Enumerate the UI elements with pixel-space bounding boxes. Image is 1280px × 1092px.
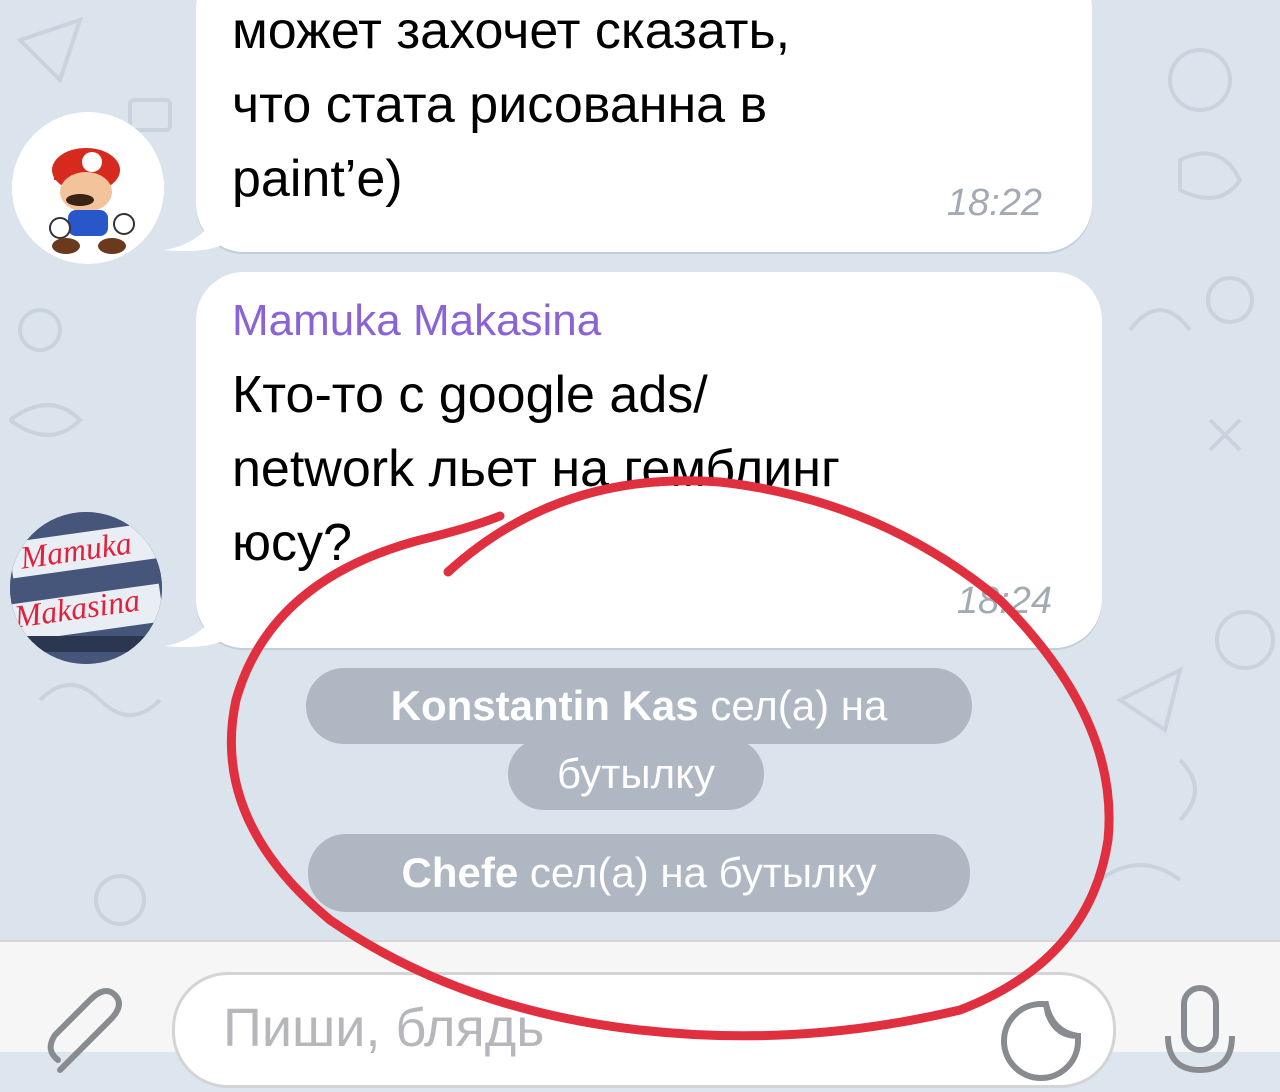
avatar-mario[interactable] [12, 112, 164, 264]
message-bubble-1[interactable]: может захочет сказать, что стата рисован… [196, 0, 1092, 252]
service-action: сел(а) на [710, 682, 888, 729]
message-time: 18:22 [946, 182, 1042, 224]
message-time: 18:24 [956, 580, 1052, 622]
message-bubble-2[interactable]: Mamuka Makasina Кто-то с google ads/ net… [196, 272, 1102, 648]
service-user-name[interactable]: Chefe [402, 849, 519, 896]
message-input[interactable]: Пиши, блядь [172, 972, 1116, 1088]
service-action-continued: бутылку [557, 750, 715, 797]
service-message-1-line2: бутылку [508, 738, 764, 810]
mario-avatar-icon [12, 112, 164, 264]
paperclip-icon[interactable] [40, 980, 140, 1080]
message-input-bar: Пиши, блядь [0, 940, 1280, 1088]
microphone-icon[interactable] [1160, 982, 1240, 1092]
message-text: Кто-то с google ads/ network льет на гем… [232, 366, 840, 572]
service-message-2: Chefe сел(а) на бутылку [308, 834, 970, 912]
chat-background: может захочет сказать, что стата рисован… [0, 0, 1280, 940]
avatar-mamuka[interactable]: Mamuka Makasina [10, 512, 162, 664]
bubble-tail-2 [164, 600, 224, 648]
service-user-name[interactable]: Konstantin Kas [391, 682, 699, 729]
service-action: сел(а) на бутылку [529, 849, 877, 896]
message-text: может захочет сказать, что стата рисован… [232, 2, 791, 208]
sender-name[interactable]: Mamuka Makasina [232, 296, 601, 346]
bubble-tail-1 [164, 204, 224, 252]
service-message-1: Konstantin Kas сел(а) на [306, 668, 972, 744]
sticker-icon[interactable] [996, 996, 1086, 1086]
